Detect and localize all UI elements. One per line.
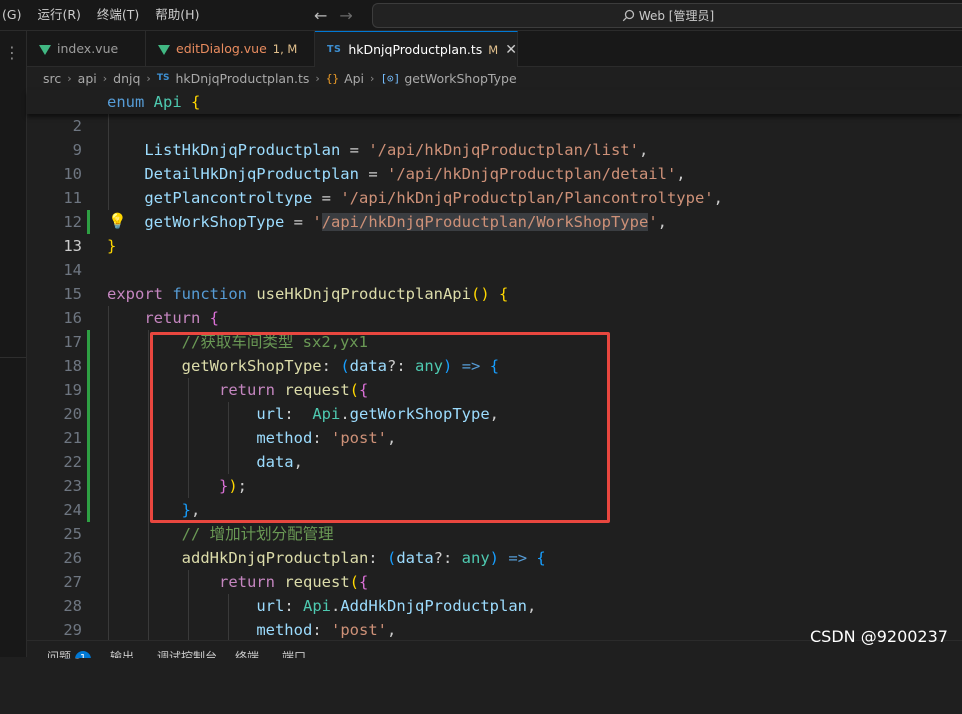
breadcrumb-api[interactable]: api — [78, 71, 97, 86]
line-content: } — [107, 237, 117, 255]
breadcrumb-file[interactable]: hkDnjqProductplan.ts — [175, 71, 309, 86]
line-content: DetailHkDnjqProductplan = '/api/hkDnjqPr… — [144, 165, 686, 183]
ts-icon: TS — [156, 73, 170, 83]
ts-icon: TS — [327, 44, 342, 55]
editor-tabs: index.vue editDialog.vue 1, M TS hkDnjqP… — [27, 31, 962, 67]
activity-divider — [0, 357, 26, 358]
code-line: 25 }, — [27, 498, 962, 543]
tab-label: hkDnjqProductplan.ts — [348, 42, 483, 57]
chevron-right-icon: › — [370, 71, 375, 85]
chevron-right-icon: › — [315, 71, 320, 85]
breadcrumb-src[interactable]: src — [43, 71, 61, 86]
vue-icon — [158, 44, 170, 55]
command-center-search[interactable]: Web [管理员] — [372, 3, 962, 28]
sticky-scroll[interactable]: 2 enum Api { — [27, 90, 962, 135]
code-line: 26 // 增加计划分配管理 — [27, 522, 962, 567]
tab-label: editDialog.vue — [176, 41, 267, 56]
code-line: 21 url: Api.getWorkShopType, — [27, 402, 962, 447]
line-number: 2 — [72, 117, 82, 135]
chevron-right-icon: › — [146, 71, 151, 85]
search-icon — [622, 9, 634, 22]
code-line: 14 } — [27, 234, 962, 279]
watermark: CSDN @9200237 — [810, 627, 948, 646]
line-content: // 增加计划分配管理 — [181, 525, 334, 543]
line-content: getWorkShopType = '/api/hkDnjqProductpla… — [144, 213, 667, 231]
property-icon: [⊙] — [380, 71, 401, 85]
nav-arrows: ← → — [314, 0, 353, 30]
code-line: 16 export function useHkDnjqProductplanA… — [27, 282, 962, 327]
menu-item-terminal[interactable]: 终端(T) — [89, 0, 147, 30]
menu-item-run[interactable]: 运行(R) — [29, 0, 88, 30]
title-bar: (G) 运行(R) 终端(T) 帮助(H) ← → Web [管理员] — [0, 0, 962, 31]
code-line: 22 method: 'post', — [27, 426, 962, 471]
breadcrumb-api-enum[interactable]: Api — [344, 71, 364, 86]
line-content: return request({ — [218, 381, 369, 399]
line-content: }, — [181, 501, 201, 519]
line-content: enum Api { — [107, 93, 201, 111]
command-center-label: Web [管理员] — [638, 9, 715, 23]
code-line: 2 enum Api { — [27, 90, 962, 135]
line-content: method: 'post', — [256, 429, 397, 447]
code-editor[interactable]: 2 enum Api { 9 10 ListHkDnjqProductplan … — [27, 90, 962, 663]
tab-status: M — [488, 42, 499, 57]
breadcrumb-dnjq[interactable]: dnjq — [113, 71, 140, 86]
code-line: 19 getWorkShopType: (data?: any) => { — [27, 354, 962, 399]
code-line: 24 }); — [27, 474, 962, 519]
chevron-right-icon: › — [67, 71, 72, 85]
code-line: 20 return request({ — [27, 378, 962, 423]
chevron-right-icon: › — [102, 71, 108, 85]
code-line: 12 getPlancontroltype = '/api/hkDnjqProd… — [27, 186, 962, 231]
tab-label: index.vue — [57, 41, 119, 56]
line-content: data, — [256, 453, 303, 471]
code-line: 10 ListHkDnjqProductplan = '/api/hkDnjqP… — [27, 138, 962, 183]
breadcrumb-getworkshoptype[interactable]: getWorkShopType — [404, 71, 516, 86]
breadcrumb: src › api › dnjq › TS hkDnjqProductplan.… — [27, 67, 962, 89]
code-line: 23 data, — [27, 450, 962, 495]
code-line: 18 //获取车间类型 sx2,yx1 — [27, 330, 962, 375]
code-line: 27 addHkDnjqProductplan: (data?: any) =>… — [27, 546, 962, 591]
line-content: return { — [144, 309, 220, 327]
line-content: url: Api.AddHkDnjqProductplan, — [256, 597, 537, 615]
line-content: method: 'post', — [256, 621, 397, 639]
code-line: 9 — [27, 114, 962, 159]
line-content: }); — [218, 477, 248, 495]
lightbulb-icon[interactable]: 💡 — [108, 209, 127, 233]
line-content: ListHkDnjqProductplan = '/api/hkDnjqProd… — [144, 141, 649, 159]
code-line: 13 getWorkShopType = '/api/hkDnjqProduct… — [27, 210, 962, 255]
enum-icon: {} — [325, 71, 340, 85]
line-content: addHkDnjqProductplan: (data?: any) => { — [181, 549, 546, 567]
code-line: 15 — [27, 258, 962, 303]
vue-icon — [39, 44, 51, 55]
code-line: 17 return { — [27, 306, 962, 351]
menu-bar: (G) 运行(R) 终端(T) 帮助(H) — [0, 0, 207, 30]
tab-hkdnjqproductplan-ts[interactable]: TS hkDnjqProductplan.ts M ✕ — [315, 31, 518, 67]
line-content: getPlancontroltype = '/api/hkDnjqProduct… — [144, 189, 723, 207]
line-content: getWorkShopType: (data?: any) => { — [181, 357, 500, 375]
menu-item-help[interactable]: 帮助(H) — [147, 0, 207, 30]
activity-bar: ⋮ — [0, 31, 27, 657]
code-line: 29 url: Api.AddHkDnjqProductplan, — [27, 594, 962, 639]
menu-item-go[interactable]: (G) — [0, 0, 29, 30]
line-content: url: Api.getWorkShopType, — [256, 405, 499, 423]
close-icon[interactable]: ✕ — [505, 42, 517, 58]
back-arrow-icon[interactable]: ← — [314, 6, 327, 25]
line-content: export function useHkDnjqProductplanApi(… — [107, 285, 509, 303]
tab-status: 1, M — [272, 41, 298, 56]
tab-editdialog-vue[interactable]: editDialog.vue 1, M — [146, 31, 315, 66]
code-line: 11 DetailHkDnjqProductplan = '/api/hkDnj… — [27, 162, 962, 207]
forward-arrow-icon[interactable]: → — [339, 6, 352, 25]
line-content: return request({ — [218, 573, 369, 591]
tab-index-vue[interactable]: index.vue — [27, 31, 146, 66]
code-line: 28 return request({ — [27, 570, 962, 615]
line-content: //获取车间类型 sx2,yx1 — [181, 333, 368, 351]
more-icon[interactable]: ⋮ — [4, 43, 20, 62]
